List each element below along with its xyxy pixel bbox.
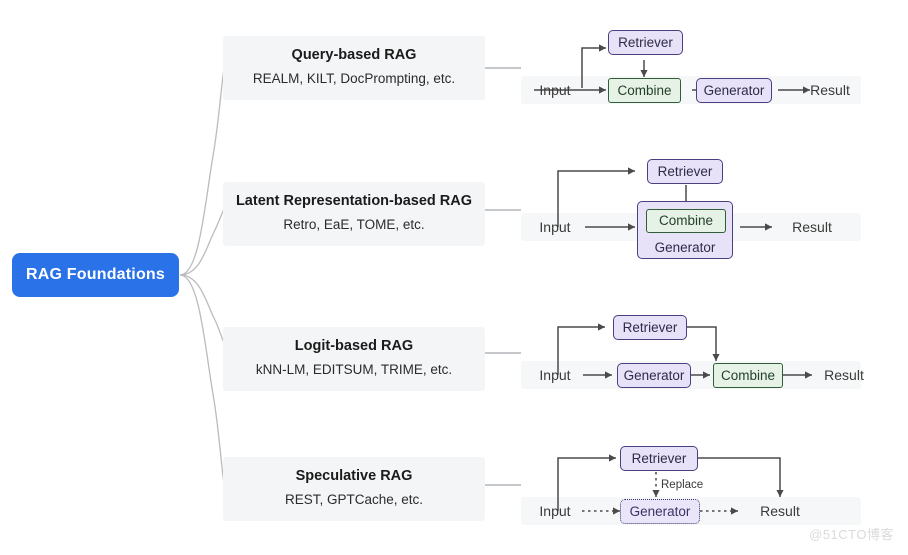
- node-generator-container[interactable]: Combine Generator: [637, 201, 733, 259]
- branch-examples: REST, GPTCache, etc.: [284, 491, 424, 507]
- flow-input-label: Input: [539, 82, 571, 98]
- flow-result-label: Result: [824, 367, 864, 383]
- node-label: Combine: [617, 82, 672, 98]
- branch-card-logit-based[interactable]: Logit-based RAG kNN-LM, EDITSUM, TRIME, …: [223, 327, 485, 391]
- flow-result-label: Result: [792, 219, 832, 235]
- node-generator-label: Generator: [654, 239, 716, 255]
- branch-title: Logit-based RAG: [294, 338, 414, 354]
- node-label: Retriever: [622, 319, 678, 335]
- root-node[interactable]: RAG Foundations: [12, 253, 179, 297]
- flow-input-label: Input: [539, 503, 571, 519]
- branch-examples: kNN-LM, EDITSUM, TRIME, etc.: [255, 361, 453, 377]
- node-combine[interactable]: Combine: [608, 78, 681, 103]
- flow-input-label: Input: [539, 219, 571, 235]
- node-generator[interactable]: Generator: [617, 363, 691, 388]
- node-label: Retriever: [631, 450, 687, 466]
- flow-result-label: Result: [810, 82, 850, 98]
- node-retriever[interactable]: Retriever: [647, 159, 723, 184]
- root-node-label: RAG Foundations: [26, 266, 165, 283]
- node-combine[interactable]: Combine: [646, 209, 726, 233]
- node-label: Generator: [629, 503, 691, 519]
- node-label: Combine: [720, 367, 776, 383]
- node-generator[interactable]: Generator: [696, 78, 772, 103]
- replace-label: Replace: [661, 479, 704, 491]
- branch-examples: REALM, KILT, DocPrompting, etc.: [252, 70, 456, 86]
- watermark: @51CTO博客: [809, 527, 894, 542]
- branch-card-speculative[interactable]: Speculative RAG REST, GPTCache, etc.: [223, 457, 485, 521]
- node-retriever[interactable]: Retriever: [608, 30, 683, 55]
- node-label: Generator: [623, 367, 685, 383]
- node-label: Retriever: [618, 34, 673, 50]
- node-combine[interactable]: Combine: [713, 363, 783, 388]
- branch-card-latent-representation[interactable]: Latent Representation-based RAG Retro, E…: [223, 182, 485, 246]
- node-label: Generator: [703, 82, 765, 98]
- node-retriever[interactable]: Retriever: [620, 446, 698, 471]
- node-retriever[interactable]: Retriever: [613, 315, 687, 340]
- branch-title: Speculative RAG: [295, 468, 413, 484]
- branch-card-query-based[interactable]: Query-based RAG REALM, KILT, DocPromptin…: [223, 36, 485, 100]
- node-generator[interactable]: Generator: [620, 499, 700, 524]
- flow-result-label: Result: [760, 503, 800, 519]
- mindmap-canvas: RAG Foundations Query-based RAG REALM, K…: [0, 0, 908, 555]
- flow-input-label: Input: [539, 367, 571, 383]
- node-label: Retriever: [657, 163, 713, 179]
- branch-examples: Retro, EaE, TOME, etc.: [283, 216, 425, 232]
- node-label: Combine: [658, 213, 714, 229]
- branch-title: Latent Representation-based RAG: [235, 193, 473, 209]
- branch-title: Query-based RAG: [291, 47, 417, 63]
